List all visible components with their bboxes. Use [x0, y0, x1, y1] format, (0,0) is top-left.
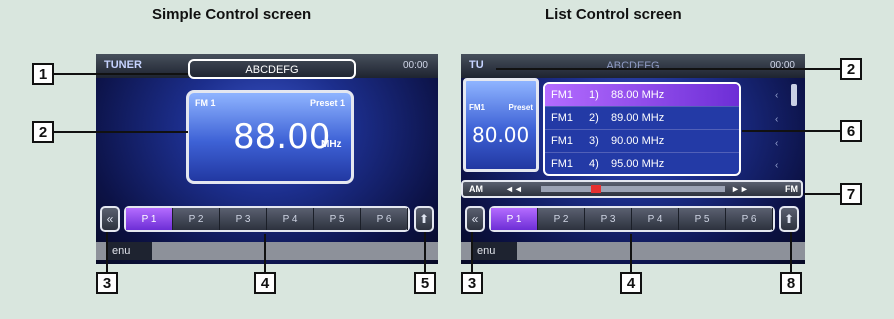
leader-line — [106, 232, 108, 272]
preset-button-1[interactable]: P 1 — [126, 208, 173, 230]
double-chevron-left-icon: « — [106, 212, 114, 226]
callout-4-right: 4 — [620, 272, 642, 294]
mini-band: FM1 — [469, 103, 485, 112]
seek-back-icon[interactable]: ◄◄ — [505, 184, 523, 194]
callout-4: 4 — [254, 272, 276, 294]
leader-line — [424, 232, 426, 272]
scrollbar-thumb[interactable] — [791, 84, 797, 106]
callout-6: 6 — [840, 120, 862, 142]
list-row[interactable]: FM1 3) 90.00 MHz — [545, 130, 739, 153]
callout-8: 8 — [780, 272, 802, 294]
preset-button-2[interactable]: P 2 — [173, 208, 220, 230]
top-bar: TU ABCDEFG 00:00 — [461, 54, 805, 78]
list-control-title: List Control screen — [545, 6, 682, 23]
leader-line — [54, 73, 188, 75]
station-name-box[interactable]: ABCDEFG — [188, 59, 356, 79]
list-row-band: FM1 — [551, 158, 573, 170]
seek-track — [541, 186, 725, 192]
tuner-label: TUNER — [104, 59, 142, 71]
preset-button-1[interactable]: P 1 — [491, 208, 538, 230]
fm-label: FM — [785, 184, 798, 194]
callout-3: 3 — [96, 272, 118, 294]
list-row-number: 2) — [589, 112, 599, 124]
leader-line — [790, 232, 792, 272]
chevron-left-icon[interactable]: ‹ — [775, 160, 778, 171]
list-row[interactable]: FM1 2) 89.00 MHz — [545, 107, 739, 130]
list-row-band: FM1 — [551, 89, 573, 101]
leader-line — [264, 234, 266, 272]
simple-control-screen: TUNER 00:00 ABCDEFG FM 1 Preset 1 88.00 … — [96, 54, 438, 264]
band-label: FM 1 — [195, 98, 216, 108]
list-control-screen: TU ABCDEFG 00:00 FM1 Preset 80.00 FM1 1)… — [461, 54, 805, 264]
eject-button[interactable]: ⬆ — [414, 206, 434, 232]
preset-button-2[interactable]: P 2 — [538, 208, 585, 230]
leader-line — [742, 130, 840, 132]
callout-7: 7 — [840, 183, 862, 205]
seek-position-marker[interactable] — [591, 185, 601, 193]
chevron-left-icon[interactable]: ‹ — [775, 114, 778, 125]
list-row-frequency: 88.00 MHz — [611, 89, 665, 101]
preset-button-4[interactable]: P 4 — [632, 208, 679, 230]
mini-frequency-panel[interactable]: FM1 Preset 80.00 — [463, 78, 539, 172]
station-name: ABCDEFG — [606, 60, 660, 72]
callout-1: 1 — [32, 63, 54, 85]
preset-bar: P 1 P 2 P 3 P 4 P 5 P 6 — [124, 206, 410, 232]
chevron-left-icon[interactable]: ‹ — [775, 138, 778, 149]
list-row-band: FM1 — [551, 112, 573, 124]
list-row[interactable]: FM1 1) 88.00 MHz — [545, 84, 739, 107]
eject-icon: ⬆ — [783, 212, 795, 226]
menu-button[interactable]: enu — [473, 242, 517, 260]
frequency-unit: MHz — [321, 139, 342, 150]
list-row-frequency: 89.00 MHz — [611, 112, 665, 124]
preset-button-3[interactable]: P 3 — [585, 208, 632, 230]
leader-line — [54, 131, 188, 133]
frequency-panel[interactable]: FM 1 Preset 1 88.00 MHz — [186, 90, 354, 184]
seek-bar[interactable]: AM ◄◄ ►► FM — [461, 180, 803, 198]
preset-button-6[interactable]: P 6 — [361, 208, 408, 230]
preset-button-4[interactable]: P 4 — [267, 208, 314, 230]
chevron-left-icon[interactable]: ‹ — [775, 90, 778, 101]
leader-line — [471, 232, 473, 272]
leader-line — [804, 193, 840, 195]
clock: 00:00 — [402, 60, 428, 71]
list-row-number: 3) — [589, 135, 599, 147]
leader-line — [496, 68, 840, 70]
callout-5: 5 — [414, 272, 436, 294]
station-name: ABCDEFG — [245, 64, 299, 76]
list-row-band: FM1 — [551, 135, 573, 147]
mini-preset: Preset — [508, 103, 533, 112]
list-row-number: 1) — [589, 89, 599, 101]
list-row-frequency: 95.00 MHz — [611, 158, 665, 170]
callout-3-right: 3 — [461, 272, 483, 294]
preset-button-5[interactable]: P 5 — [679, 208, 726, 230]
eject-button[interactable]: ⬆ — [779, 206, 799, 232]
eject-icon: ⬆ — [418, 212, 430, 226]
mini-frequency: 80.00 — [472, 123, 530, 147]
preset-button-6[interactable]: P 6 — [726, 208, 773, 230]
callout-2-right: 2 — [840, 58, 862, 80]
list-row[interactable]: FM1 4) 95.00 MHz — [545, 153, 739, 175]
preset-bar: P 1 P 2 P 3 P 4 P 5 P 6 — [489, 206, 775, 232]
leader-line — [630, 234, 632, 272]
preset-button-5[interactable]: P 5 — [314, 208, 361, 230]
list-row-number: 4) — [589, 158, 599, 170]
am-label: AM — [469, 184, 483, 194]
callout-2: 2 — [32, 121, 54, 143]
preset-list: FM1 1) 88.00 MHz FM1 2) 89.00 MHz FM1 3)… — [543, 82, 741, 176]
preset-button-3[interactable]: P 3 — [220, 208, 267, 230]
preset-label: Preset 1 — [309, 98, 345, 108]
list-row-frequency: 90.00 MHz — [611, 135, 665, 147]
frequency-value: 88.00 — [233, 117, 331, 157]
simple-control-title: Simple Control screen — [152, 6, 312, 23]
seek-forward-icon[interactable]: ►► — [731, 184, 749, 194]
collapse-button[interactable]: « — [465, 206, 485, 232]
menu-button[interactable]: enu — [108, 242, 152, 260]
collapse-button[interactable]: « — [100, 206, 120, 232]
double-chevron-left-icon: « — [471, 212, 479, 226]
